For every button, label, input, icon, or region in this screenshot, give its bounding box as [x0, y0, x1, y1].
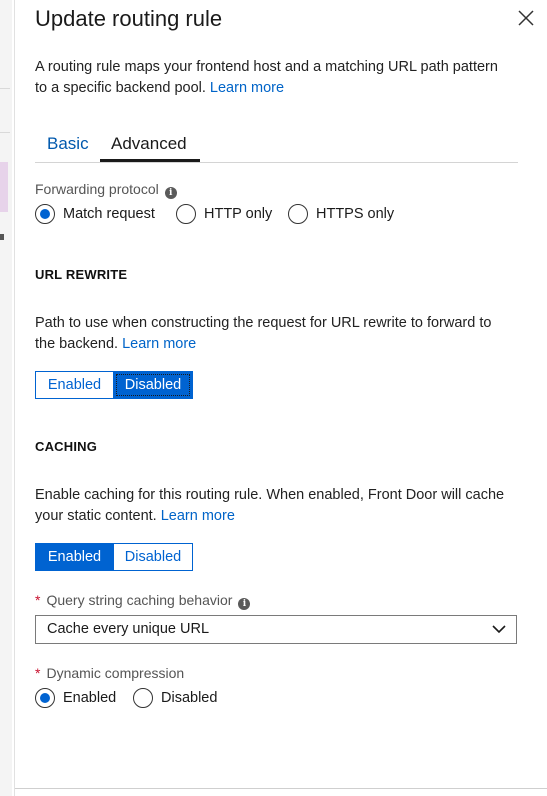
- background-page-edge: [0, 0, 12, 796]
- info-icon[interactable]: i: [238, 598, 251, 610]
- radio-unselected-icon: [176, 204, 196, 224]
- caching-disabled-option[interactable]: Disabled: [114, 544, 192, 570]
- radio-label: Match request: [63, 206, 155, 222]
- tab-advanced[interactable]: Advanced: [111, 134, 187, 154]
- caching-toggle: Enabled Disabled: [35, 543, 193, 571]
- forwarding-protocol-label-text: Forwarding protocol: [35, 181, 159, 197]
- url-rewrite-description: Path to use when constructing the reques…: [35, 313, 515, 355]
- tab-bar: Basic Advanced: [35, 128, 518, 163]
- dynamic-compression-group: Enabled Disabled: [35, 688, 335, 712]
- url-rewrite-enabled-option[interactable]: Enabled: [36, 372, 114, 398]
- url-rewrite-toggle: Enabled Disabled: [35, 371, 193, 399]
- url-rewrite-heading: URL REWRITE: [35, 267, 128, 282]
- radio-selected-icon: [35, 204, 55, 224]
- panel-description: A routing rule maps your frontend host a…: [35, 57, 505, 99]
- routing-rule-panel: Update routing rule A routing rule maps …: [14, 0, 547, 796]
- chevron-down-icon: [492, 625, 506, 634]
- radio-compression-disabled[interactable]: Disabled: [133, 688, 217, 708]
- radio-http-only[interactable]: HTTP only: [176, 204, 272, 224]
- radio-label: HTTP only: [204, 206, 273, 222]
- radio-label: HTTPS only: [316, 206, 395, 222]
- learn-more-link[interactable]: Learn more: [122, 336, 196, 352]
- caching-enabled-option[interactable]: Enabled: [36, 544, 114, 570]
- learn-more-link[interactable]: Learn more: [210, 80, 284, 96]
- radio-unselected-icon: [288, 204, 308, 224]
- active-tab-indicator: [100, 159, 200, 162]
- url-rewrite-disabled-option[interactable]: Disabled: [114, 372, 192, 398]
- url-rewrite-description-text: Path to use when constructing the reques…: [35, 315, 492, 352]
- dynamic-compression-label: * Dynamic compression: [35, 665, 184, 681]
- caching-description: Enable caching for this routing rule. Wh…: [35, 485, 505, 527]
- radio-match-request[interactable]: Match request: [35, 204, 155, 224]
- query-string-label-text: Query string caching behavior: [46, 592, 233, 608]
- close-icon[interactable]: [516, 8, 536, 28]
- forwarding-protocol-group: Match request HTTP only HTTPS only: [35, 204, 515, 228]
- query-string-dropdown[interactable]: Cache every unique URL: [35, 615, 517, 644]
- radio-label: Disabled: [161, 690, 218, 706]
- radio-label: Enabled: [63, 690, 117, 706]
- panel-title: Update routing rule: [35, 6, 223, 31]
- required-indicator: *: [35, 665, 41, 681]
- background-divider: [0, 88, 10, 89]
- tab-basic[interactable]: Basic: [47, 134, 89, 154]
- required-indicator: *: [35, 592, 41, 608]
- dropdown-value: Cache every unique URL: [47, 621, 210, 637]
- dynamic-compression-label-text: Dynamic compression: [46, 665, 185, 681]
- caching-description-text: Enable caching for this routing rule. Wh…: [35, 487, 505, 524]
- radio-unselected-icon: [133, 688, 153, 708]
- radio-https-only[interactable]: HTTPS only: [288, 204, 394, 224]
- background-fragment: [0, 234, 4, 240]
- learn-more-link[interactable]: Learn more: [161, 508, 235, 524]
- caching-heading: CACHING: [35, 439, 98, 454]
- forwarding-protocol-label: Forwarding protocol i: [35, 181, 177, 199]
- radio-selected-icon: [35, 688, 55, 708]
- info-icon[interactable]: i: [164, 187, 177, 199]
- background-divider: [0, 132, 10, 133]
- background-selected-item: [0, 162, 8, 212]
- footer-divider: [15, 788, 547, 789]
- radio-compression-enabled[interactable]: Enabled: [35, 688, 116, 708]
- query-string-label: * Query string caching behavior i: [35, 592, 251, 610]
